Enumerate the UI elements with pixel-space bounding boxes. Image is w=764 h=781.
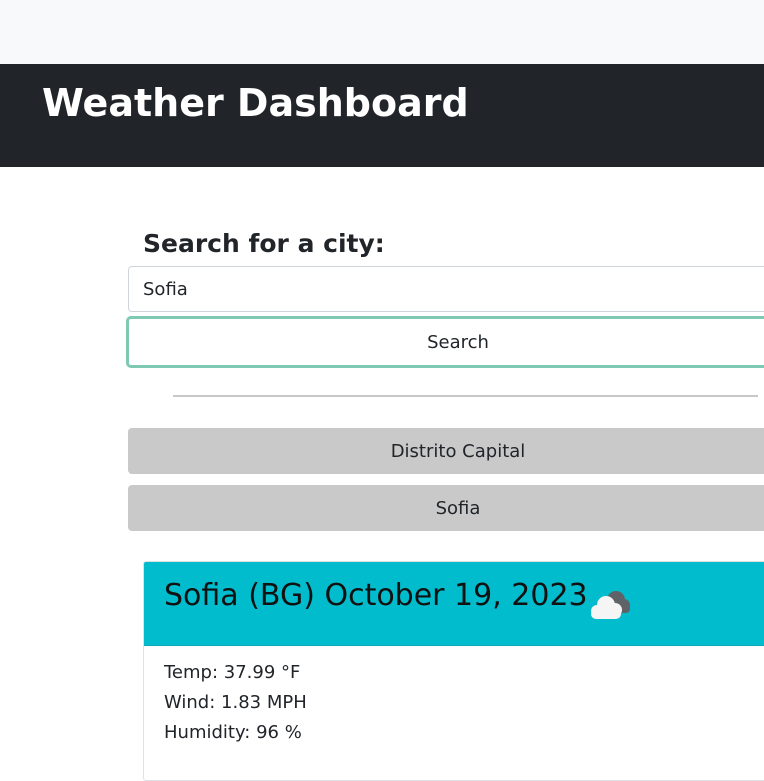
cloud-icon [591,591,630,619]
search-label: Search for a city: [143,229,385,258]
current-weather-title: Sofia (BG) October 19, 2023 [164,578,588,613]
history-button-sofia[interactable]: Sofia [128,485,764,531]
page-header: Weather Dashboard [0,64,764,167]
current-weather-header: Sofia (BG) October 19, 2023 [144,562,764,646]
current-weather-card: Sofia (BG) October 19, 2023 Temp: 37.99 … [143,561,764,781]
humidity-text: Humidity: 96 % [164,722,302,743]
page-title: Weather Dashboard [42,81,469,125]
history-button-distrito-capital[interactable]: Distrito Capital [128,428,764,474]
search-button[interactable]: Search [126,316,764,368]
temperature-text: Temp: 37.99 °F [164,662,301,683]
divider [173,395,758,397]
top-strip [0,0,764,64]
wind-text: Wind: 1.83 MPH [164,692,307,713]
city-search-input[interactable] [128,266,764,312]
current-weather-body: Temp: 37.99 °F Wind: 1.83 MPH Humidity: … [164,658,307,748]
